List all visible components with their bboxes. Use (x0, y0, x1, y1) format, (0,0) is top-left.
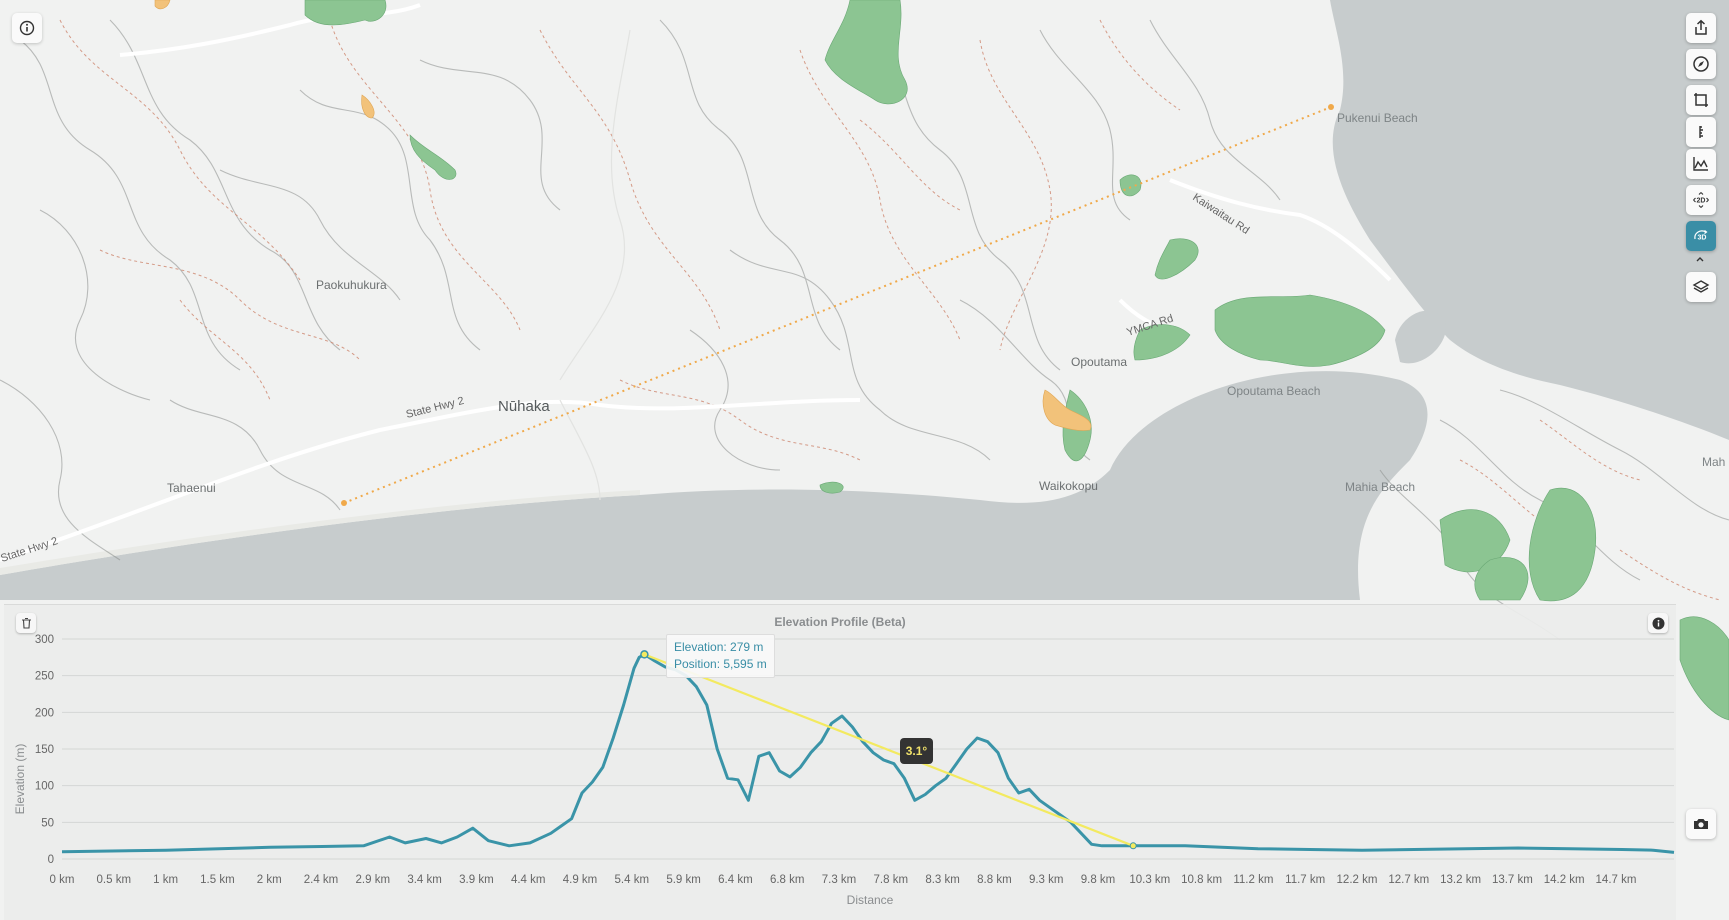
x-tick-label: 3.9 km (459, 874, 494, 886)
layers-button[interactable] (1686, 272, 1716, 302)
place-label-opoutama-beach: Opoutama Beach (1227, 384, 1320, 398)
x-tick-label: 1 km (153, 874, 178, 886)
svg-text:2D: 2D (1697, 198, 1706, 205)
view-2d-icon: 2D (1693, 192, 1709, 208)
y-tick-label: 150 (35, 744, 54, 756)
place-label-mah: Mah (1702, 455, 1725, 469)
x-tick-label: 0.5 km (97, 874, 132, 886)
x-tick-label: 2 km (257, 874, 282, 886)
svg-text:3D: 3D (1698, 235, 1707, 242)
x-tick-label: 13.7 km (1492, 874, 1533, 886)
frame-button[interactable] (1686, 85, 1716, 115)
y-tick-label: 50 (41, 817, 54, 829)
place-label-waikokopu: Waikokopu (1039, 479, 1098, 493)
elevation-tooltip: Elevation: 279 m Position: 5,595 m (666, 634, 775, 678)
collapse-view-button[interactable] (1688, 252, 1712, 266)
x-tick-label: 5.9 km (666, 874, 701, 886)
share-button[interactable] (1686, 13, 1716, 43)
view-3d-button[interactable]: 3D (1686, 221, 1716, 251)
y-tick-label: 0 (48, 854, 54, 866)
place-label-tahaenui: Tahaenui (167, 481, 216, 495)
compass-button[interactable] (1686, 49, 1716, 79)
x-tick-label: 4.4 km (511, 874, 546, 886)
elevation-chart[interactable]: 0 50 100 150 200 250 300 0 km 0.5 km 1 km 1.5 km 2… (4, 604, 1676, 919)
y-axis-ticks: 0 50 100 150 200 250 300 (35, 634, 54, 866)
screenshot-button[interactable] (1686, 809, 1716, 839)
x-tick-label: 2.4 km (304, 874, 339, 886)
x-axis-title: Distance (847, 893, 894, 907)
y-tick-label: 100 (35, 781, 54, 793)
slope-start-point (640, 650, 649, 659)
ruler-icon (1699, 126, 1703, 138)
map-info-button[interactable] (12, 13, 42, 43)
x-tick-label: 12.7 km (1388, 874, 1429, 886)
x-tick-label: 7.3 km (822, 874, 857, 886)
y-tick-label: 300 (35, 634, 54, 646)
x-tick-label: 0 km (50, 874, 75, 886)
y-tick-label: 250 (35, 671, 54, 683)
info-icon (19, 20, 35, 36)
x-tick-label: 10.3 km (1129, 874, 1170, 886)
x-tick-label: 10.8 km (1181, 874, 1222, 886)
x-axis-ticks: 0 km 0.5 km 1 km 1.5 km 2 km 2.4 km 2.9 km 3.4 … (50, 874, 1637, 886)
place-label-nuhaka: Nūhaka (498, 398, 550, 415)
compass-icon (1693, 56, 1709, 72)
x-tick-label: 9.3 km (1029, 874, 1064, 886)
x-tick-label: 6.8 km (770, 874, 805, 886)
view-3d-icon: 3D (1694, 230, 1708, 242)
measure-end-point[interactable] (1328, 104, 1334, 110)
x-tick-label: 11.2 km (1233, 874, 1273, 886)
x-tick-label: 5.4 km (615, 874, 650, 886)
place-label-paokuhukura: Paokuhukura (316, 278, 387, 292)
x-tick-label: 12.2 km (1337, 874, 1378, 886)
place-label-opoutama: Opoutama (1071, 355, 1127, 369)
chevron-up-icon (1696, 257, 1704, 262)
camera-icon (1694, 819, 1708, 829)
x-tick-label: 2.9 km (356, 874, 391, 886)
x-tick-label: 13.2 km (1440, 874, 1481, 886)
x-tick-label: 11.7 km (1285, 874, 1325, 886)
y-tick-label: 200 (35, 707, 54, 719)
x-tick-label: 3.4 km (407, 874, 442, 886)
elevation-profile-icon (1693, 157, 1708, 171)
x-tick-label: 4.9 km (563, 874, 598, 886)
x-tick-label: 1.5 km (200, 874, 235, 886)
share-icon (1695, 19, 1707, 35)
layers-icon (1692, 280, 1710, 293)
x-tick-label: 14.2 km (1544, 874, 1585, 886)
x-tick-label: 14.7 km (1596, 874, 1637, 886)
x-tick-label: 8.8 km (977, 874, 1012, 886)
x-tick-label: 9.8 km (1081, 874, 1116, 886)
frame-icon (1694, 93, 1708, 107)
slope-badge: 3.1° (900, 738, 933, 764)
view-2d-button[interactable]: 2D (1686, 185, 1716, 215)
slope-end-point (1129, 842, 1137, 850)
tooltip-position: Position: 5,595 m (674, 657, 767, 671)
x-tick-label: 6.4 km (718, 874, 753, 886)
measure-start-point[interactable] (341, 500, 347, 506)
x-tick-label: 7.8 km (874, 874, 909, 886)
place-label-mahia-beach: Mahia Beach (1345, 480, 1415, 494)
y-axis-title: Elevation (m) (13, 744, 27, 815)
ruler-button[interactable] (1686, 117, 1716, 147)
x-tick-label: 8.3 km (925, 874, 960, 886)
elevation-profile-button[interactable] (1686, 149, 1716, 179)
place-label-pukenui-beach: Pukenui Beach (1337, 111, 1418, 125)
tooltip-elevation: Elevation: 279 m (674, 640, 764, 654)
